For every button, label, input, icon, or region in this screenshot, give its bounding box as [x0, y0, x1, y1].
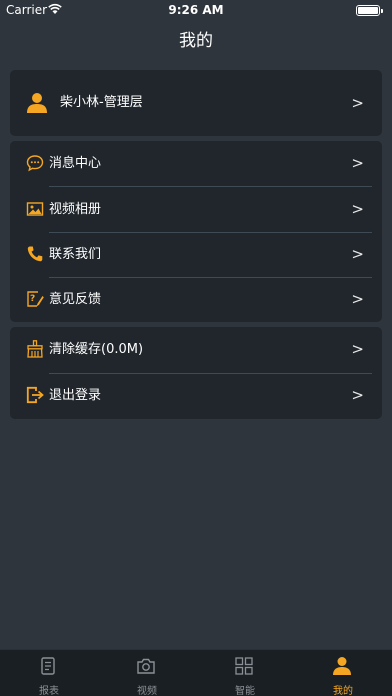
menu-item-label: 视频相册: [49, 202, 102, 217]
chevron-right-icon: >: [351, 340, 364, 358]
clear-cache-label: 清除缓存(0.0M): [49, 342, 144, 357]
chevron-right-icon: >: [351, 245, 364, 263]
logout-label: 退出登录: [49, 388, 102, 403]
broom-icon: [27, 340, 43, 358]
menu-item-label: 消息中心: [49, 156, 102, 171]
camera-icon: [137, 658, 155, 674]
image-icon: [26, 202, 44, 216]
profile-name: 柴小林-管理层: [60, 95, 143, 110]
tab-bar: 报表 视频 智能 我的: [0, 649, 392, 696]
chevron-right-icon: >: [351, 154, 364, 172]
clear-cache-button[interactable]: 清除缓存(0.0M) >: [10, 327, 382, 372]
menu-item-label: 意见反馈: [49, 292, 102, 307]
phone-icon: [27, 246, 43, 262]
menu-item-contact-us[interactable]: 联系我们 >: [10, 232, 382, 277]
tab-label: 智能: [235, 686, 255, 696]
chevron-right-icon: >: [351, 386, 364, 404]
menu-item-label: 联系我们: [49, 247, 102, 262]
menu-card: 消息中心 > 视频相册 > 联系我们 > ? 意见反馈 >: [10, 141, 382, 322]
user-icon: [27, 93, 47, 113]
chevron-right-icon: >: [351, 290, 364, 308]
tab-label: 我的: [333, 686, 353, 696]
logout-icon: [26, 386, 44, 404]
svg-text:?: ?: [30, 294, 35, 304]
status-bar: Carrier 9:26 AM: [0, 0, 392, 20]
tab-video[interactable]: 视频: [98, 650, 196, 696]
menu-item-messages[interactable]: 消息中心 >: [10, 141, 382, 186]
battery-icon: [356, 5, 383, 16]
grid-icon: [235, 657, 253, 675]
chevron-right-icon: >: [351, 94, 364, 112]
message-icon: [26, 155, 44, 172]
user-icon: [333, 657, 351, 675]
tab-label: 报表: [39, 686, 59, 696]
report-icon: [41, 657, 55, 675]
tab-smart[interactable]: 智能: [196, 650, 294, 696]
tab-mine[interactable]: 我的: [294, 650, 392, 696]
tab-label: 视频: [137, 686, 157, 696]
chevron-right-icon: >: [351, 200, 364, 218]
page-title: 我的: [179, 31, 213, 51]
profile-card: 柴小林-管理层 >: [10, 70, 382, 136]
profile-row[interactable]: 柴小林-管理层 >: [10, 70, 382, 136]
menu-item-feedback[interactable]: ? 意见反馈 >: [10, 277, 382, 322]
logout-button[interactable]: 退出登录 >: [10, 373, 382, 418]
tab-report[interactable]: 报表: [0, 650, 98, 696]
status-time: 9:26 AM: [168, 3, 224, 17]
feedback-icon: ?: [27, 291, 44, 307]
settings-card: 清除缓存(0.0M) > 退出登录 >: [10, 327, 382, 419]
menu-item-video-album[interactable]: 视频相册 >: [10, 187, 382, 232]
